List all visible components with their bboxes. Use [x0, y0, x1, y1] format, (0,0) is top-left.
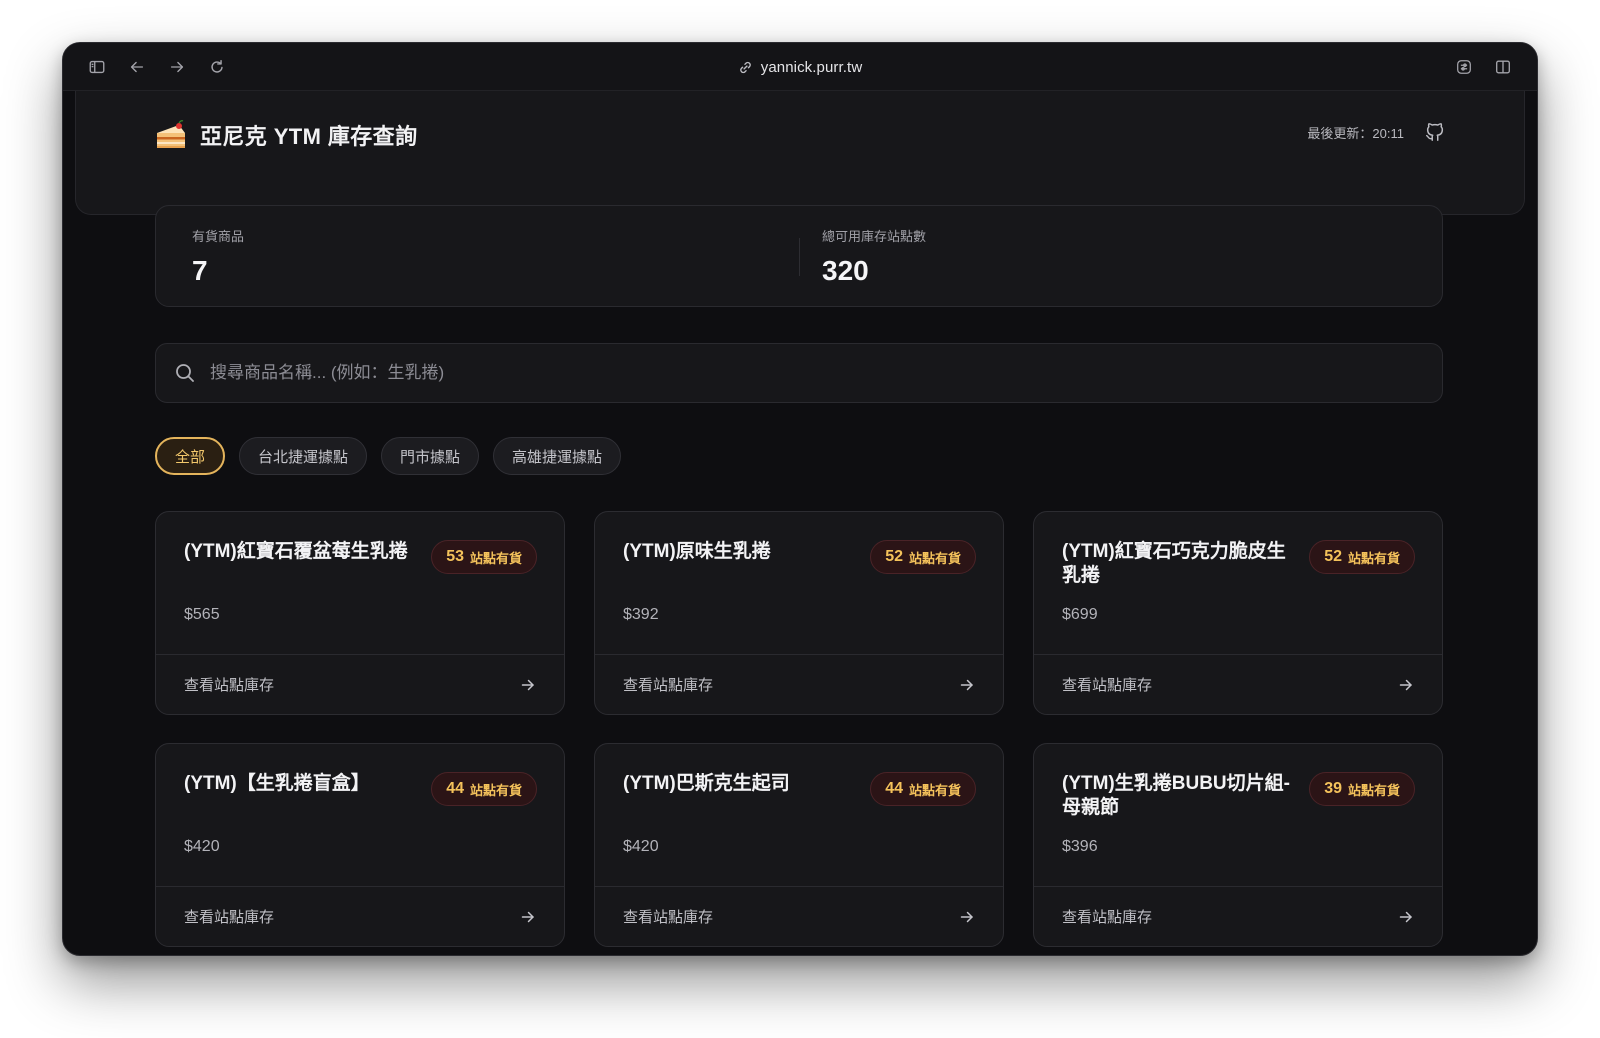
- product-price: $396: [1062, 838, 1098, 855]
- view-stock-link[interactable]: 查看站點庫存: [156, 654, 564, 714]
- product-price: $420: [184, 838, 220, 855]
- product-name: (YTM)紅寶石巧克力脆皮生乳捲: [1062, 541, 1286, 586]
- stock-badge: 52 站點有貨: [870, 540, 976, 574]
- stock-badge: 39 站點有貨: [1309, 772, 1415, 806]
- stock-badge-label: 站點有貨: [908, 782, 961, 798]
- view-stock-label: 查看站點庫存: [1062, 677, 1153, 694]
- arrow-right-icon: [520, 909, 536, 925]
- stock-badge: 44 站點有貨: [870, 772, 976, 806]
- search-icon: [174, 362, 196, 384]
- view-stock-link[interactable]: 查看站點庫存: [1034, 886, 1442, 946]
- stock-count: 52: [1324, 548, 1342, 565]
- stock-badge-label: 站點有貨: [908, 550, 961, 566]
- stock-count: 44: [446, 780, 464, 797]
- product-price: $420: [623, 838, 659, 855]
- view-stock-link[interactable]: 查看站點庫存: [595, 654, 1003, 714]
- view-stock-label: 查看站點庫存: [623, 677, 714, 694]
- stock-badge: 53 站點有貨: [431, 540, 537, 574]
- view-stock-label: 查看站點庫存: [184, 677, 275, 694]
- product-price: $392: [623, 606, 659, 623]
- address-bar[interactable]: yannick.purr.tw: [761, 59, 863, 76]
- site-title: 亞尼克 YTM 庫存查詢: [200, 124, 418, 149]
- filter-taipei-mrt[interactable]: 台北捷運據點: [239, 437, 368, 475]
- product-name: (YTM)原味生乳捲: [623, 541, 771, 562]
- stat-stations-label: 總可用庫存站點數: [822, 229, 927, 244]
- extension-icon[interactable]: [1454, 57, 1474, 77]
- product-card[interactable]: (YTM)紅寶石巧克力脆皮生乳捲 52 站點有貨 $699 查看站點庫存: [1033, 511, 1443, 715]
- product-name: (YTM)【生乳捲盲盒】: [184, 773, 370, 794]
- product-card[interactable]: (YTM)紅寶石覆盆莓生乳捲 53 站點有貨 $565 查看站點庫存: [155, 511, 565, 715]
- stat-items-label: 有貨商品: [192, 229, 245, 244]
- view-stock-link[interactable]: 查看站點庫存: [1034, 654, 1442, 714]
- filter-stores[interactable]: 門市據點: [381, 437, 480, 475]
- site-header: 亞尼克 YTM 庫存查詢 最後更新：20:11: [75, 91, 1525, 215]
- filter-kaohsiung-mrt[interactable]: 高雄捷運據點: [493, 437, 622, 475]
- link-icon: [738, 60, 753, 75]
- stock-badge: 52 站點有貨: [1309, 540, 1415, 574]
- arrow-right-icon: [520, 677, 536, 693]
- back-arrow-icon[interactable]: [127, 57, 147, 77]
- stats-panel: 有貨商品 7 總可用庫存站點數 320: [155, 205, 1443, 307]
- cake-icon: [154, 120, 188, 150]
- filter-all[interactable]: 全部: [155, 437, 226, 475]
- stock-badge-label: 站點有貨: [1347, 782, 1400, 798]
- stock-badge-label: 站點有貨: [469, 782, 522, 798]
- stock-badge-label: 站點有貨: [1347, 550, 1400, 566]
- stat-stations: 總可用庫存站點數 320: [822, 226, 926, 287]
- stock-count: 44: [885, 780, 903, 797]
- sidebar-toggle-icon[interactable]: [87, 57, 107, 77]
- product-price: $565: [184, 606, 220, 623]
- arrow-right-icon: [1398, 677, 1414, 693]
- product-card[interactable]: (YTM)生乳捲BUBU切片組-母親節 39 站點有貨 $396 查看站點庫存: [1033, 743, 1443, 947]
- stock-count: 39: [1324, 780, 1342, 797]
- browser-toolbar: yannick.purr.tw: [63, 43, 1537, 91]
- search-input[interactable]: [196, 344, 1442, 402]
- view-stock-link[interactable]: 查看站點庫存: [156, 886, 564, 946]
- github-icon[interactable]: [1424, 121, 1446, 143]
- arrow-right-icon: [959, 909, 975, 925]
- stock-badge: 44 站點有貨: [431, 772, 537, 806]
- stat-stations-value: 320: [822, 255, 869, 286]
- filter-chips: 全部 台北捷運據點 門市據點 高雄捷運據點: [155, 437, 622, 475]
- view-stock-link[interactable]: 查看站點庫存: [595, 886, 1003, 946]
- arrow-right-icon: [959, 677, 975, 693]
- product-grid: (YTM)紅寶石覆盆莓生乳捲 53 站點有貨 $565 查看站點庫存 (YTM)…: [155, 511, 1443, 947]
- stock-badge-label: 站點有貨: [469, 550, 522, 566]
- stock-count: 52: [885, 548, 903, 565]
- view-stock-label: 查看站點庫存: [184, 909, 275, 926]
- reload-icon[interactable]: [207, 57, 227, 77]
- stock-count: 53: [446, 548, 464, 565]
- product-name: (YTM)生乳捲BUBU切片組-母親節: [1062, 773, 1290, 818]
- view-stock-label: 查看站點庫存: [1062, 909, 1153, 926]
- product-name: (YTM)巴斯克生起司: [623, 773, 790, 794]
- product-price: $699: [1062, 606, 1098, 623]
- product-card[interactable]: (YTM)原味生乳捲 52 站點有貨 $392 查看站點庫存: [594, 511, 1004, 715]
- arrow-right-icon: [1398, 909, 1414, 925]
- product-card[interactable]: (YTM)【生乳捲盲盒】 44 站點有貨 $420 查看站點庫存: [155, 743, 565, 947]
- forward-arrow-icon[interactable]: [167, 57, 187, 77]
- view-stock-label: 查看站點庫存: [623, 909, 714, 926]
- stats-divider: [799, 238, 800, 276]
- product-name: (YTM)紅寶石覆盆莓生乳捲: [184, 541, 408, 562]
- product-card[interactable]: (YTM)巴斯克生起司 44 站點有貨 $420 查看站點庫存: [594, 743, 1004, 947]
- search-bar: [155, 343, 1443, 403]
- split-view-icon[interactable]: [1493, 57, 1513, 77]
- brand[interactable]: 亞尼克 YTM 庫存查詢: [154, 119, 417, 151]
- browser-window: yannick.purr.tw 亞尼克 YTM 庫存查詢 最後更新：20:11 …: [62, 42, 1538, 956]
- stat-items: 有貨商品 7: [192, 226, 244, 287]
- stat-items-value: 7: [192, 255, 208, 286]
- last-updated-text: 最後更新：20:11: [1307, 125, 1404, 141]
